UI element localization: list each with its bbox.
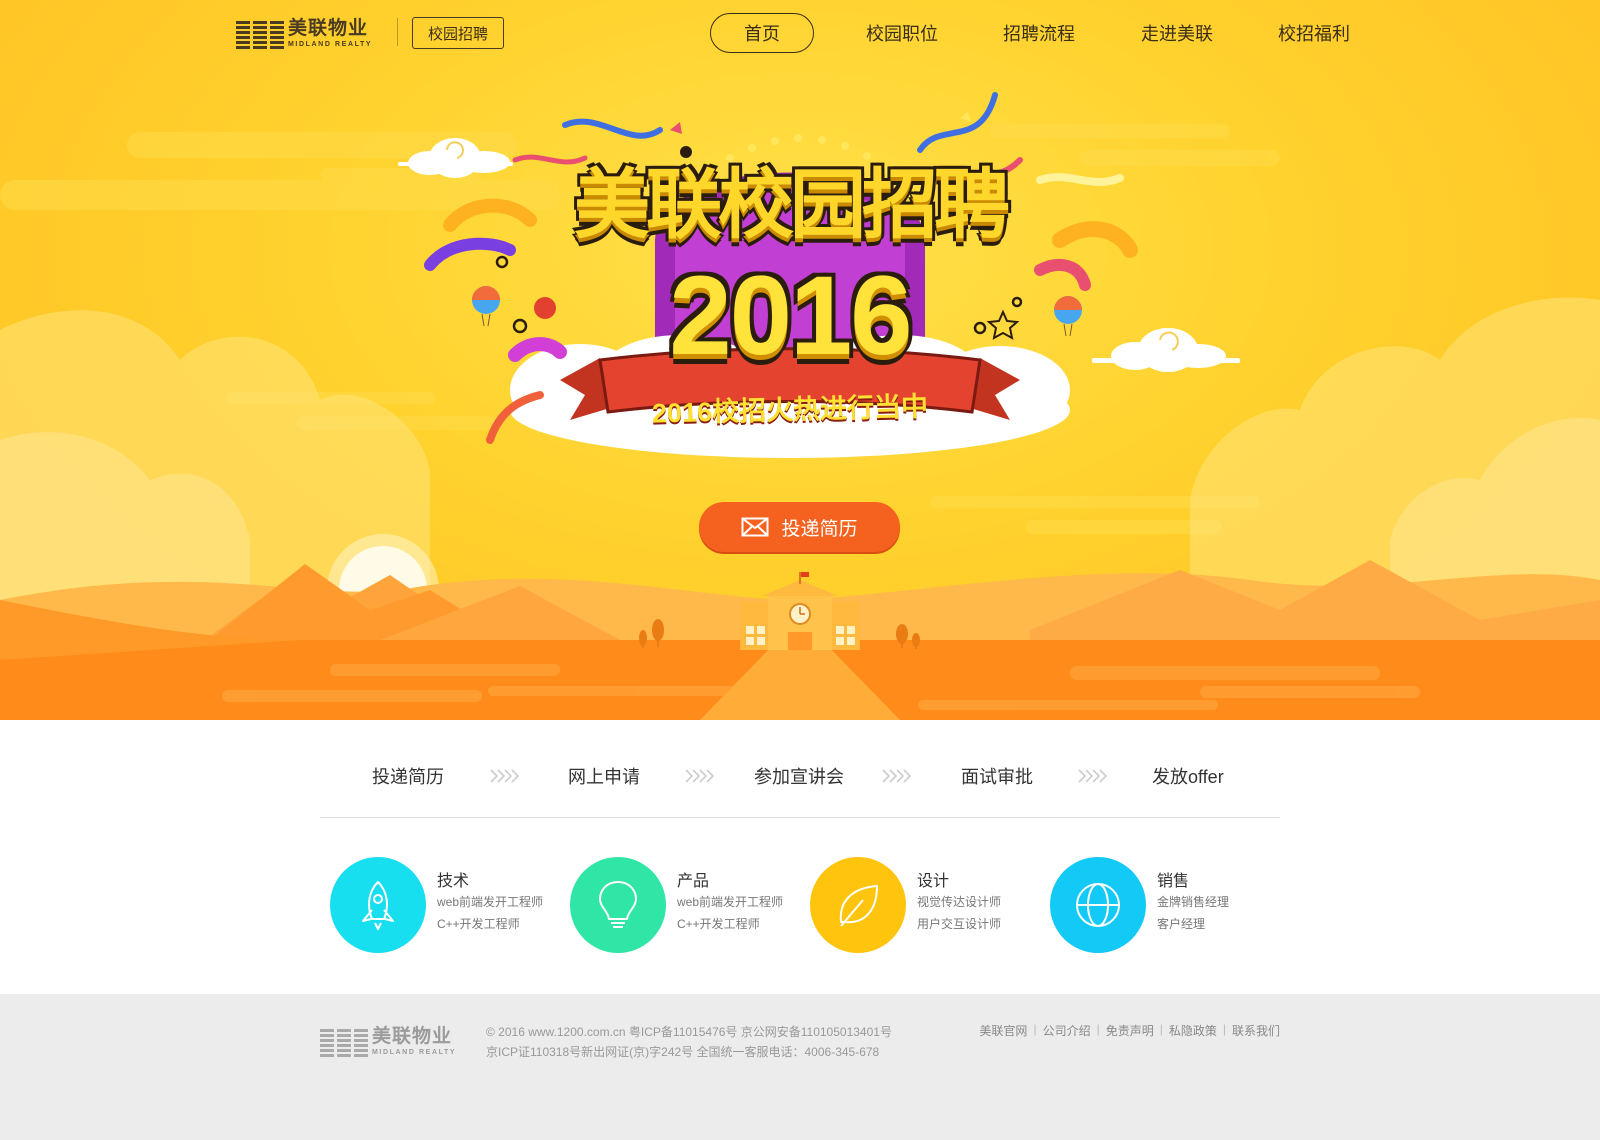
midland-logo-icon (320, 1029, 368, 1057)
link-separator: | (1222, 1022, 1226, 1036)
globe-icon (1050, 857, 1146, 953)
brand-logo[interactable]: 美联物业 MIDLAND REALTY (236, 16, 384, 50)
hero-title: 美联校园招聘 (574, 163, 1010, 248)
process-step-interview[interactable]: 面试审批 (961, 756, 1033, 796)
process-step-submit[interactable]: 投递简历 (372, 756, 444, 796)
process-step-seminar[interactable]: 参加宣讲会 (754, 756, 844, 796)
hero-banner: 美联物业 MIDLAND REALTY 校园招聘 首页 校园职位 招聘流程 走进… (0, 0, 1600, 720)
category-job: 用户交互设计师 (917, 917, 1002, 931)
job-categories: 技术 web前端发开工程师 C++开发工程师 产品 web前端发开工程师 C++… (330, 857, 1290, 957)
category-job: web前端发开工程师 (437, 895, 544, 909)
midland-logo-icon (236, 21, 284, 49)
section-divider (320, 817, 1280, 818)
recruit-process-steps: 投递简历 网上申请 参加宣讲会 面试审批 发放offer (320, 756, 1280, 796)
category-sales[interactable]: 销售 金牌销售经理 客户经理 (1050, 857, 1280, 957)
logo-divider (397, 18, 398, 46)
hero-year: 2016 (669, 253, 912, 378)
footer-link-company[interactable]: 公司介绍 (1043, 1022, 1091, 1039)
envelope-icon (741, 517, 769, 537)
footer-logo-english-text: MIDLAND REALTY (372, 1048, 457, 1056)
chevrons-right-icon (882, 769, 912, 783)
process-step-offer[interactable]: 发放offer (1152, 756, 1224, 796)
link-separator: | (1033, 1022, 1037, 1036)
nav-item-home[interactable]: 首页 (710, 13, 814, 53)
footer-copyright-line: © 2016 www.1200.com.cn 粤ICP备11015476号 京公… (486, 1025, 892, 1039)
category-title: 产品 (677, 873, 710, 890)
footer-link-official[interactable]: 美联官网 (979, 1022, 1027, 1039)
campus-recruit-title-art: 美联校园招聘 2016 2016校招火热进行当中 (420, 90, 1160, 470)
nav-item-process[interactable]: 招聘流程 (999, 13, 1079, 53)
category-tech[interactable]: 技术 web前端发开工程师 C++开发工程师 (330, 857, 560, 957)
category-design[interactable]: 设计 视觉传达设计师 用户交互设计师 (810, 857, 1040, 957)
page-footer: 美联物业 MIDLAND REALTY © 2016 www.1200.com.… (0, 994, 1600, 1140)
footer-link-privacy[interactable]: 私隐政策 (1169, 1022, 1217, 1039)
category-product[interactable]: 产品 web前端发开工程师 C++开发工程师 (570, 857, 800, 957)
nav-item-about[interactable]: 走进美联 (1137, 13, 1217, 53)
footer-links: 美联官网 | 公司介绍 | 免责声明 | 私隐政策 | 联系我们 (979, 1022, 1280, 1039)
chevrons-right-icon (490, 769, 520, 783)
footer-link-contact[interactable]: 联系我们 (1232, 1022, 1280, 1039)
footer-link-disclaimer[interactable]: 免责声明 (1106, 1022, 1154, 1039)
category-job: 客户经理 (1157, 917, 1206, 931)
submit-resume-button[interactable]: 投递简历 (699, 502, 900, 552)
logo-chinese-text: 美联物业 (288, 17, 369, 39)
submit-resume-label: 投递简历 (781, 518, 858, 540)
category-job: web前端发开工程师 (677, 895, 784, 909)
category-title: 技术 (437, 873, 470, 890)
category-job: 金牌销售经理 (1157, 895, 1230, 909)
lightbulb-icon (570, 857, 666, 953)
footer-logo-chinese-text: 美联物业 (372, 1025, 453, 1047)
category-job: 视觉传达设计师 (917, 895, 1002, 909)
campus-recruit-tag[interactable]: 校园招聘 (412, 17, 504, 49)
chevrons-right-icon (685, 769, 715, 783)
main-content: 投递简历 网上申请 参加宣讲会 面试审批 发放offer 技术 web前端发开工… (0, 720, 1600, 994)
footer-logo[interactable]: 美联物业 MIDLAND REALTY (320, 1024, 466, 1058)
category-title: 销售 (1157, 873, 1190, 890)
chevrons-right-icon (1078, 769, 1108, 783)
footer-copyright: © 2016 www.1200.com.cn 粤ICP备11015476号 京公… (486, 1022, 892, 1062)
logo-english-text: MIDLAND REALTY (288, 40, 373, 48)
link-separator: | (1096, 1022, 1100, 1036)
leaf-icon (810, 857, 906, 953)
link-separator: | (1159, 1022, 1163, 1036)
rocket-icon (330, 857, 426, 953)
footer-copyright-line: 京ICP证110318号新出网证(京)字242号 全国统一客服电话：4006-3… (486, 1045, 880, 1059)
top-navigation-bar: 美联物业 MIDLAND REALTY 校园招聘 首页 校园职位 招聘流程 走进… (0, 0, 1600, 64)
main-nav: 首页 校园职位 招聘流程 走进美联 校招福利 (710, 13, 1350, 53)
nav-item-benefits[interactable]: 校招福利 (1274, 13, 1354, 53)
category-title: 设计 (917, 873, 950, 890)
nav-item-positions[interactable]: 校园职位 (862, 13, 942, 53)
process-step-apply[interactable]: 网上申请 (568, 756, 640, 796)
category-job: C++开发工程师 (677, 917, 760, 931)
category-job: C++开发工程师 (437, 917, 520, 931)
